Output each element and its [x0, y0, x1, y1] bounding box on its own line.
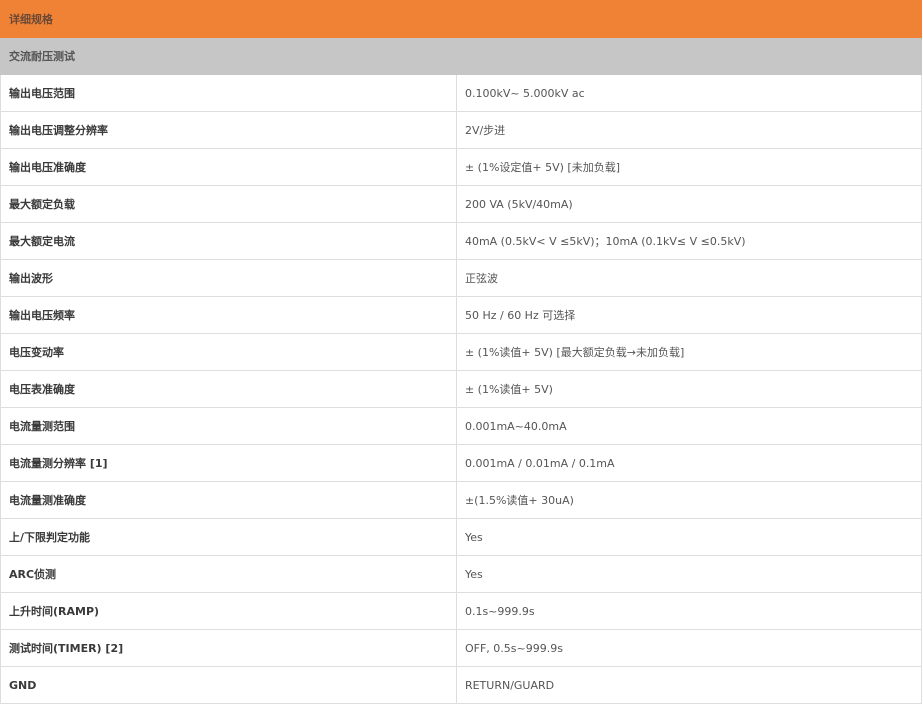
- spec-row: 最大额定电流 40mA (0.5kV< V ≤5kV)；10mA (0.1kV≤ …: [0, 222, 923, 260]
- spec-row: 电压变动率 ± (1%读值+ 5V) [最大额定负载→未加负载]: [0, 333, 923, 371]
- spec-row: 上升时间(RAMP) 0.1s~999.9s: [0, 592, 923, 630]
- spec-value: ± (1%设定值+ 5V) [未加负载]: [455, 148, 923, 186]
- spec-value: 50 Hz / 60 Hz 可选择: [455, 296, 923, 334]
- section-row: 交流耐压测试: [0, 37, 922, 75]
- spec-row: 电流量测范围 0.001mA~40.0mA: [0, 407, 923, 445]
- spec-value: 正弦波: [455, 259, 923, 297]
- spec-row: 电压表准确度 ± (1%读值+ 5V): [0, 370, 923, 408]
- spec-row: 输出电压频率 50 Hz / 60 Hz 可选择: [0, 296, 923, 334]
- spec-row: 电流量测准确度 ±(1.5%读值+ 30uA): [0, 481, 923, 519]
- spec-value: 0.100kV~ 5.000kV ac: [455, 74, 923, 112]
- spec-value: ±(1.5%读值+ 30uA): [455, 481, 923, 519]
- spec-label: 测试时间(TIMER) [2]: [0, 629, 457, 667]
- spec-value: 40mA (0.5kV< V ≤5kV)；10mA (0.1kV≤ V ≤0.5…: [455, 222, 923, 260]
- spec-table: 详细规格 交流耐压测试 输出电压范围 0.100kV~ 5.000kV ac 输出电…: [0, 0, 923, 704]
- spec-row: 输出电压调整分辨率 2V/步进: [0, 111, 923, 149]
- spec-label: 电流量测范围: [0, 407, 457, 445]
- spec-title: 详细规格: [0, 0, 922, 38]
- spec-label: 输出电压范围: [0, 74, 457, 112]
- title-row: 详细规格: [0, 0, 922, 38]
- spec-value: Yes: [455, 555, 923, 593]
- spec-label: 最大额定电流: [0, 222, 457, 260]
- spec-value: 0.001mA / 0.01mA / 0.1mA: [455, 444, 923, 482]
- spec-row: GND RETURN/GUARD: [0, 666, 923, 704]
- spec-value: RETURN/GUARD: [455, 666, 923, 704]
- spec-value: OFF, 0.5s~999.9s: [455, 629, 923, 667]
- spec-label: 输出电压调整分辨率: [0, 111, 457, 149]
- spec-label: 输出电压频率: [0, 296, 457, 334]
- spec-row: 输出波形 正弦波: [0, 259, 923, 297]
- spec-label: 电压变动率: [0, 333, 457, 371]
- spec-value: 0.001mA~40.0mA: [455, 407, 923, 445]
- spec-row: 电流量测分辨率 [1] 0.001mA / 0.01mA / 0.1mA: [0, 444, 923, 482]
- spec-row: 最大额定负载 200 VA (5kV/40mA): [0, 185, 923, 223]
- spec-label: 输出波形: [0, 259, 457, 297]
- spec-row: 输出电压准确度 ± (1%设定值+ 5V) [未加负载]: [0, 148, 923, 186]
- spec-value: 0.1s~999.9s: [455, 592, 923, 630]
- spec-label: 上升时间(RAMP): [0, 592, 457, 630]
- section-heading: 交流耐压测试: [0, 37, 922, 75]
- spec-label: ARC侦测: [0, 555, 457, 593]
- spec-label: 电流量测分辨率 [1]: [0, 444, 457, 482]
- spec-row: 输出电压范围 0.100kV~ 5.000kV ac: [0, 74, 923, 112]
- spec-label: 电压表准确度: [0, 370, 457, 408]
- spec-value: ± (1%读值+ 5V) [最大额定负载→未加负载]: [455, 333, 923, 371]
- spec-value: ± (1%读值+ 5V): [455, 370, 923, 408]
- spec-row: ARC侦测 Yes: [0, 555, 923, 593]
- spec-label: GND: [0, 666, 457, 704]
- spec-label: 最大额定负载: [0, 185, 457, 223]
- spec-value: 2V/步进: [455, 111, 923, 149]
- spec-row: 测试时间(TIMER) [2] OFF, 0.5s~999.9s: [0, 629, 923, 667]
- spec-row: 上/下限判定功能 Yes: [0, 518, 923, 556]
- spec-value: Yes: [455, 518, 923, 556]
- spec-label: 上/下限判定功能: [0, 518, 457, 556]
- spec-value: 200 VA (5kV/40mA): [455, 185, 923, 223]
- spec-label: 电流量测准确度: [0, 481, 457, 519]
- spec-label: 输出电压准确度: [0, 148, 457, 186]
